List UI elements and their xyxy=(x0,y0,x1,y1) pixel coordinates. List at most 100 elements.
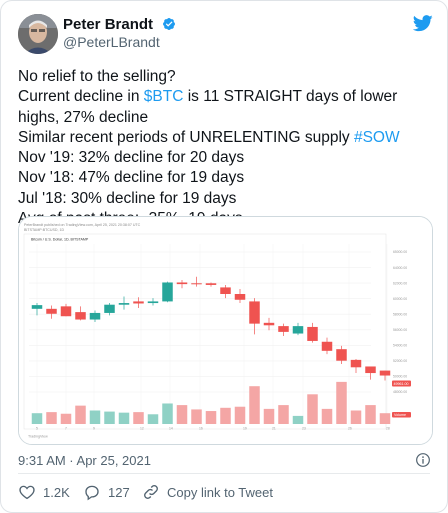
x-tick-label: 14 xyxy=(169,427,173,431)
tweet-line: Current decline in $BTC is 11 STRAIGHT d… xyxy=(18,87,438,107)
chart-header-line1: PeterBrandt published on TradingView.com… xyxy=(24,223,141,227)
tweet-line: highs, 27% decline xyxy=(18,108,438,128)
candle-body xyxy=(350,359,362,368)
candle-body xyxy=(278,326,289,332)
candle-body xyxy=(321,341,333,351)
link-icon xyxy=(144,485,158,499)
candle-body xyxy=(220,287,231,294)
volume-bar xyxy=(89,410,101,424)
x-tick-label: 28 xyxy=(386,427,390,431)
volume-bar xyxy=(292,415,304,424)
x-tick-label: 5 xyxy=(36,427,38,431)
y-tick-label: 60000.00 xyxy=(393,297,407,301)
x-tick-label: 7 xyxy=(65,427,67,431)
y-tick-label: 52000.00 xyxy=(393,359,407,363)
volume-tag: Volume xyxy=(394,413,406,417)
volume-bar xyxy=(220,407,231,424)
volume-bar xyxy=(336,381,347,424)
author-name[interactable]: Peter Brandt xyxy=(63,16,153,33)
y-tick-label: 48000.00 xyxy=(393,390,407,394)
x-tick-label: 9 xyxy=(93,427,95,431)
volume-bar xyxy=(60,413,72,424)
tweet-line: Nov '18: 47% decline for 19 days xyxy=(18,168,438,188)
volume-bar xyxy=(147,414,159,424)
candle-body xyxy=(89,312,101,320)
volume-bar xyxy=(75,405,86,424)
volume-bar xyxy=(234,406,246,424)
tweet-text-segment: No relief to the selling? xyxy=(18,68,176,85)
candle-body xyxy=(75,312,86,320)
y-tick-label: 64000.00 xyxy=(393,266,407,270)
hashtag-link[interactable]: #SOW xyxy=(354,129,400,146)
tweet-text-segment: is 11 STRAIGHT days of lower xyxy=(183,88,398,106)
volume-bar xyxy=(307,394,318,424)
candle-body xyxy=(46,308,57,314)
copy-link-button[interactable]: Copy link to Tweet xyxy=(142,483,273,501)
candle-body xyxy=(263,322,275,326)
volume-bar xyxy=(176,405,188,424)
price-tag: 49961.00 xyxy=(394,382,409,386)
y-tick-label: 58000.00 xyxy=(393,312,407,316)
candle-body xyxy=(234,294,246,300)
candle-body xyxy=(60,306,72,317)
chart-header-line2: BITSTAMP:BTCUSD, 1D xyxy=(24,228,64,232)
copy-link-label: Copy link to Tweet xyxy=(167,484,273,500)
tradingview-watermark: TradingView xyxy=(28,435,48,439)
candle-body xyxy=(118,303,130,305)
volume-bar xyxy=(104,411,115,424)
y-tick-label: 54000.00 xyxy=(393,344,407,348)
candle-body xyxy=(205,283,217,285)
author-handle[interactable]: @PeterLBrandt xyxy=(63,34,160,50)
chart-title: Bitcoin / U.S. Dollar, 1D, BITSTAMP xyxy=(31,238,89,242)
volume-bar xyxy=(379,413,391,424)
tweet-text-segment: Jul '18: 30% decline for 19 days xyxy=(18,189,237,207)
avatar[interactable] xyxy=(18,14,58,54)
heart-icon xyxy=(19,485,35,500)
candle-body xyxy=(365,366,376,374)
divider xyxy=(18,473,430,474)
cashtag-link[interactable]: $BTC xyxy=(144,88,184,105)
volume-bar xyxy=(278,405,289,424)
y-tick-label: 62000.00 xyxy=(393,281,407,285)
volume-bar xyxy=(118,412,130,424)
tweet-text-segment: Current decline in xyxy=(18,88,144,106)
info-icon[interactable] xyxy=(415,452,431,468)
volume-bar xyxy=(350,410,362,424)
verified-badge-icon xyxy=(163,18,175,30)
volume-bar xyxy=(31,413,43,424)
volume-bar xyxy=(162,403,173,424)
x-tick-label: 12 xyxy=(140,427,144,431)
tweet-text-segment: Nov '19: 32% decline for 20 days xyxy=(18,149,245,167)
tweet-line: Jul '18: 30% decline for 19 days xyxy=(18,189,438,209)
x-tick-label: 23 xyxy=(302,427,306,431)
twitter-bird-icon[interactable] xyxy=(413,15,433,32)
x-tick-label: 16 xyxy=(199,427,203,431)
reply-button[interactable]: 127 xyxy=(83,483,130,501)
candle-body xyxy=(133,301,144,304)
tweet-text-segment: highs, 27% decline xyxy=(18,108,149,126)
volume-bar xyxy=(205,411,217,424)
tweet-text: No relief to the selling? Current decline… xyxy=(18,67,438,229)
x-tick-label: 26 xyxy=(348,427,352,431)
volume-bar xyxy=(191,409,202,424)
volume-bar xyxy=(263,408,275,424)
candle-body xyxy=(336,349,347,361)
like-count: 1.2K xyxy=(43,484,70,500)
volume-bar xyxy=(133,412,144,424)
y-tick-label: 56000.00 xyxy=(393,328,407,332)
like-button[interactable]: 1.2K xyxy=(18,483,70,501)
tweet-timestamp[interactable]: 9:31 AM · Apr 25, 2021 xyxy=(18,453,151,468)
tweet-card: Peter Brandt @PeterLBrandt No relief to … xyxy=(0,0,448,513)
candle-body xyxy=(292,326,304,334)
reply-count: 127 xyxy=(108,484,130,500)
chart-image[interactable]: PeterBrandt published on TradingView.com… xyxy=(18,216,433,445)
reply-bubble-icon xyxy=(85,485,99,501)
volume-bar xyxy=(46,412,57,424)
candle-body xyxy=(379,370,391,376)
volume-bar xyxy=(365,405,376,424)
x-tick-label: 19 xyxy=(243,427,247,431)
btc-candlestick-chart: PeterBrandt published on TradingView.com… xyxy=(19,217,432,444)
tweet-text-segment: Similar recent periods of UNRELENTING su… xyxy=(18,128,354,146)
candle-body xyxy=(307,326,318,341)
tweet-line: Nov '19: 32% decline for 20 days xyxy=(18,148,438,168)
